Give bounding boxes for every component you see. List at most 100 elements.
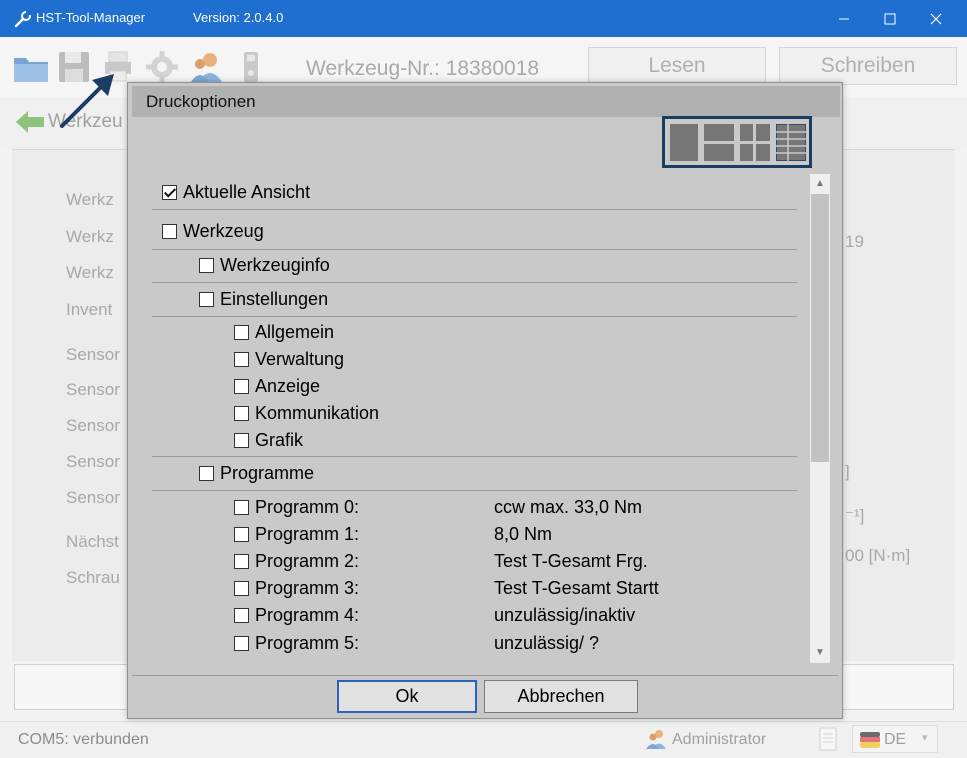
wrench-icon: [14, 10, 32, 28]
program-label: Programm 2:: [255, 551, 360, 571]
program-label: Programm 1:: [255, 524, 360, 544]
program-option[interactable]: Programm 1: 8,0 Nm: [234, 521, 794, 548]
window-title: HST-Tool-Manager: [36, 10, 146, 25]
checkbox[interactable]: [162, 224, 177, 239]
program-option[interactable]: Programm 2: Test T-Gesamt Frg.: [234, 548, 794, 575]
user-icon: [645, 728, 669, 750]
program-label: Programm 4:: [255, 605, 360, 625]
layout-two-rows-icon[interactable]: [704, 124, 734, 161]
tool-option[interactable]: Werkzeug: [162, 218, 264, 245]
field-label: Sensor: [66, 452, 120, 471]
field-value: 00 [N·m]: [845, 546, 911, 565]
checkbox[interactable]: [199, 258, 214, 273]
back-arrow-icon[interactable]: [14, 109, 48, 135]
read-button[interactable]: Lesen: [588, 47, 766, 85]
minimize-icon[interactable]: [821, 0, 867, 37]
dialog-title: Druckoptionen: [146, 92, 256, 111]
checkbox[interactable]: [199, 292, 214, 307]
checkbox[interactable]: [234, 527, 249, 542]
separator: [152, 209, 797, 210]
dialog-title-bar: Druckoptionen: [132, 86, 840, 117]
checkbox[interactable]: [234, 581, 249, 596]
separator: [132, 675, 838, 676]
ok-button[interactable]: Ok: [337, 680, 477, 713]
separator: [152, 282, 797, 283]
language-label: DE: [884, 731, 907, 748]
checkbox[interactable]: [234, 500, 249, 515]
settings-option[interactable]: Einstellungen: [199, 286, 328, 313]
field-value: 19: [845, 232, 864, 251]
field-label: Invent: [66, 300, 113, 319]
chevron-down-icon: ▾: [922, 732, 928, 744]
separator: [152, 249, 797, 250]
checkbox[interactable]: [234, 608, 249, 623]
close-icon[interactable]: [913, 0, 959, 37]
checkbox[interactable]: [234, 433, 249, 448]
layout-single-icon[interactable]: [670, 124, 698, 161]
pointer-arrow-icon: [56, 60, 126, 132]
version-label: Version: 2.0.4.0: [193, 10, 284, 25]
current-view-option[interactable]: Aktuelle Ansicht: [162, 179, 310, 206]
german-flag-icon: [860, 731, 880, 749]
program-option[interactable]: Programm 4: unzulässig/inaktiv: [234, 602, 794, 629]
chevron-down-icon[interactable]: ▼: [810, 643, 830, 663]
checkbox[interactable]: [234, 379, 249, 394]
checkbox[interactable]: [234, 636, 249, 651]
checkbox[interactable]: [234, 352, 249, 367]
program-option[interactable]: Programm 3: Test T-Gesamt Startt: [234, 575, 794, 602]
settings-gear-icon[interactable]: [144, 49, 182, 85]
layout-table-grid-icon[interactable]: [775, 123, 807, 162]
program-description: 8,0 Nm: [494, 524, 553, 544]
checkbox[interactable]: [199, 466, 214, 481]
print-options-dialog: Druckoptionen Aktuelle Ansicht Werkzeug …: [127, 82, 843, 719]
settings-item-option[interactable]: Anzeige: [234, 373, 320, 400]
chevron-up-icon[interactable]: ▲: [810, 174, 830, 194]
field-label: Werkz: [66, 227, 114, 246]
program-option[interactable]: Programm 5: unzulässig/ ?: [234, 630, 794, 657]
checkbox[interactable]: [234, 554, 249, 569]
field-label: Sensor: [66, 380, 120, 399]
settings-item-option[interactable]: Allgemein: [234, 319, 334, 346]
write-button[interactable]: Schreiben: [779, 47, 957, 85]
cancel-button[interactable]: Abbrechen: [484, 680, 638, 713]
scroll-thumb[interactable]: [811, 194, 829, 462]
folder-icon[interactable]: [12, 49, 50, 85]
checkbox[interactable]: [234, 325, 249, 340]
tool-info-option[interactable]: Werkzeuginfo: [199, 252, 330, 279]
field-value: ]: [845, 462, 850, 481]
field-label: Sensor: [66, 345, 120, 364]
program-description: Test T-Gesamt Startt: [494, 578, 659, 598]
separator: [152, 456, 797, 457]
layout-selector: [662, 116, 812, 168]
field-label: Werkz: [66, 190, 114, 209]
document-icon[interactable]: [818, 727, 838, 751]
program-label: Programm 3:: [255, 578, 360, 598]
layout-four-grid-icon[interactable]: [740, 124, 770, 161]
program-option[interactable]: Programm 0: ccw max. 33,0 Nm: [234, 494, 794, 521]
program-description: unzulässig/ ?: [494, 633, 600, 653]
checkbox-checked[interactable]: [162, 185, 177, 200]
field-label: Nächst: [66, 532, 119, 551]
program-description: unzulässig/inaktiv: [494, 605, 636, 625]
separator: [152, 316, 797, 317]
program-label: Programm 5:: [255, 633, 360, 653]
program-description: ccw max. 33,0 Nm: [494, 497, 643, 517]
maximize-icon[interactable]: [867, 0, 913, 37]
settings-item-option[interactable]: Verwaltung: [234, 346, 344, 373]
settings-item-option[interactable]: Kommunikation: [234, 400, 379, 427]
user-role-label: Administrator: [672, 731, 767, 748]
print-options-tree: Aktuelle Ansicht Werkzeug Werkzeuginfo E…: [152, 174, 802, 663]
field-label: Werkz: [66, 263, 114, 282]
tool-number-label: Werkzeug-Nr.: 18380018: [306, 57, 540, 80]
vertical-scrollbar[interactable]: ▲ ▼: [810, 174, 830, 663]
checkbox[interactable]: [234, 406, 249, 421]
field-label: Sensor: [66, 416, 120, 435]
programs-option[interactable]: Programme: [199, 460, 314, 487]
field-label: Schrau: [66, 568, 120, 587]
field-label: Sensor: [66, 488, 120, 507]
title-bar: HST-Tool-Manager Version: 2.0.4.0: [0, 0, 967, 37]
separator: [152, 490, 797, 491]
user-icon[interactable]: [188, 49, 226, 85]
settings-item-option[interactable]: Grafik: [234, 427, 303, 454]
usb-device-icon[interactable]: [232, 49, 270, 85]
